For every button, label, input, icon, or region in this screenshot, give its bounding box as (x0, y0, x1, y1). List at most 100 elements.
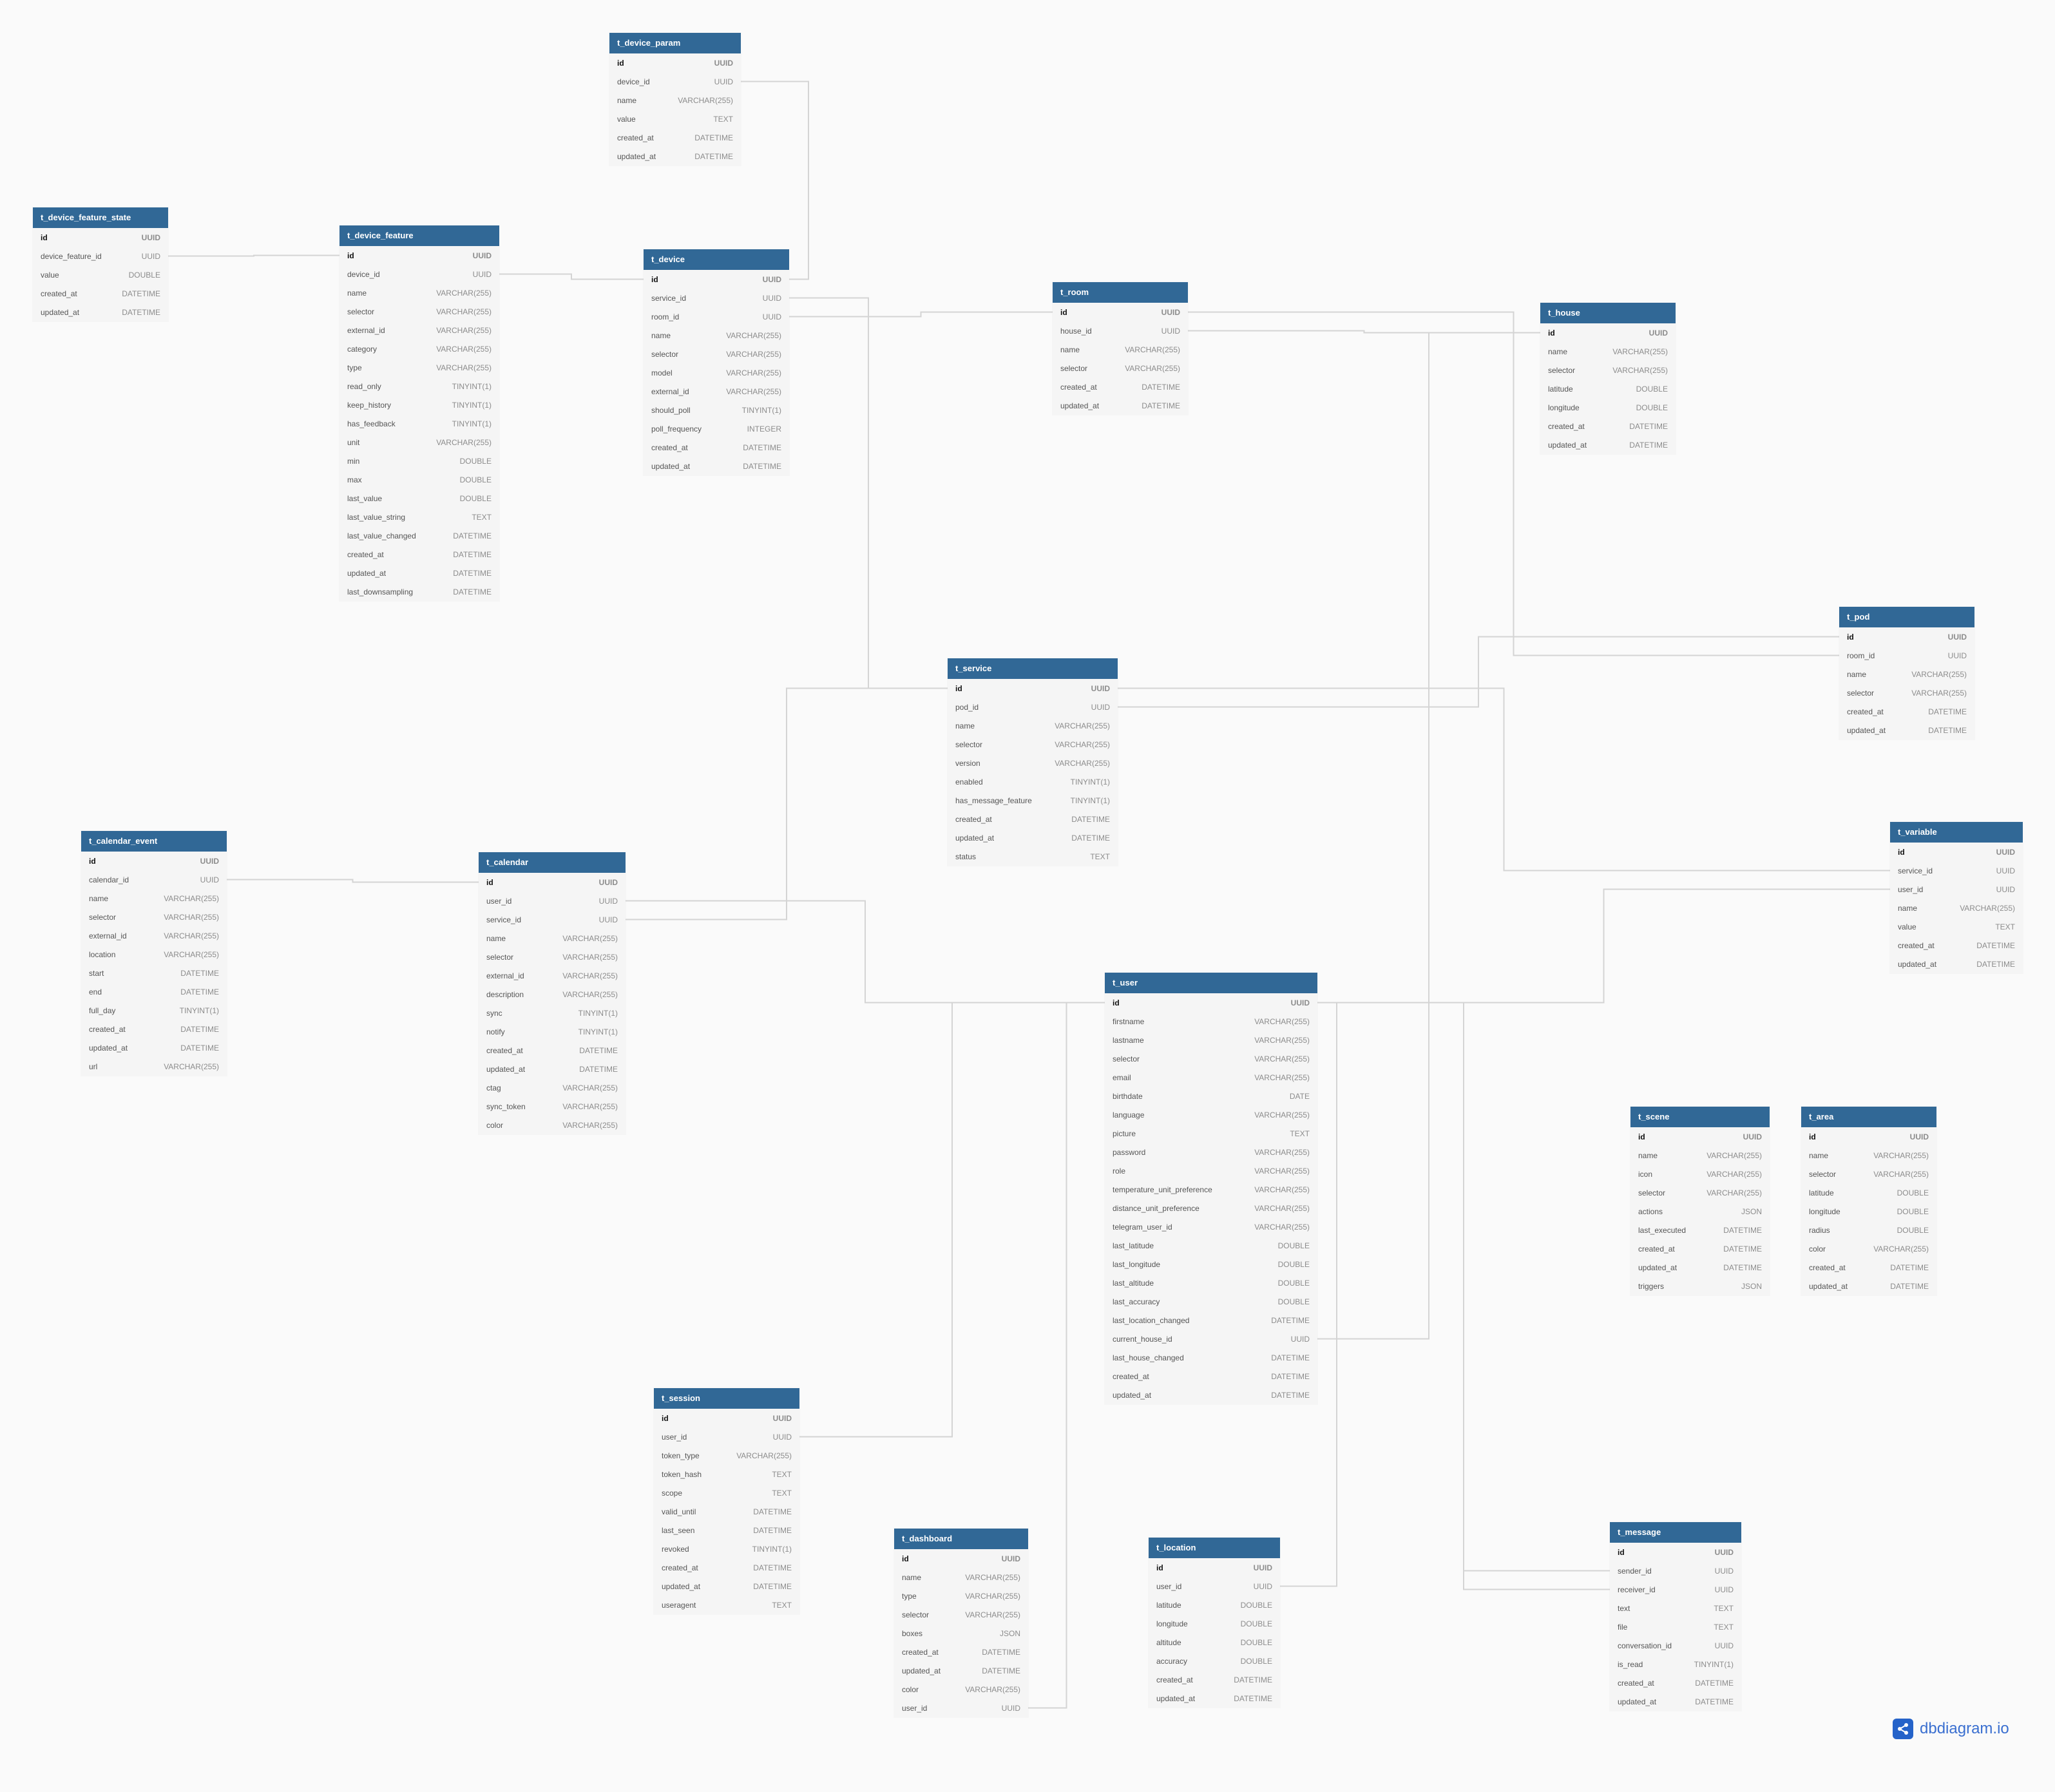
field-row[interactable]: id UUID (1801, 1127, 1936, 1146)
field-row[interactable]: last_accuracy DOUBLE (1105, 1292, 1317, 1311)
table-t-area[interactable]: t_area id UUID name VARCHAR(255) selector VARC… (1801, 1107, 1936, 1295)
field-row[interactable]: id UUID (81, 852, 227, 870)
field-row[interactable]: color VARCHAR(255) (894, 1680, 1028, 1699)
field-row[interactable]: user_id UUID (894, 1699, 1028, 1717)
field-row[interactable]: boxes JSON (894, 1624, 1028, 1643)
field-row[interactable]: firstname VARCHAR(255) (1105, 1012, 1317, 1031)
field-row[interactable]: updated_at DATETIME (1839, 721, 1974, 739)
field-row[interactable]: user_id UUID (479, 891, 626, 910)
field-row[interactable]: pod_id UUID (948, 698, 1118, 716)
relation-line[interactable] (799, 1002, 1105, 1438)
field-row[interactable]: start DATETIME (81, 964, 227, 982)
table-header[interactable]: t_device (644, 249, 789, 270)
field-row[interactable]: name VARCHAR(255) (1053, 340, 1188, 359)
field-row[interactable]: name VARCHAR(255) (894, 1568, 1028, 1587)
field-row[interactable]: created_at DATETIME (644, 438, 789, 457)
field-row[interactable]: name VARCHAR(255) (609, 91, 741, 110)
field-row[interactable]: type VARCHAR(255) (339, 358, 499, 377)
field-row[interactable]: latitude DOUBLE (1540, 379, 1676, 398)
field-row[interactable]: unit VARCHAR(255) (339, 433, 499, 452)
field-row[interactable]: id UUID (33, 228, 168, 247)
table-t-location[interactable]: t_location id UUID user_id UUID latitude DOUBL… (1149, 1538, 1280, 1708)
field-row[interactable]: last_value_string TEXT (339, 508, 499, 526)
field-row[interactable]: created_at DATETIME (1630, 1239, 1770, 1258)
field-row[interactable]: radius DOUBLE (1801, 1221, 1936, 1239)
field-row[interactable]: name VARCHAR(255) (339, 283, 499, 302)
table-t-pod[interactable]: t_pod id UUID room_id UUID name VARCHAR(255) se… (1839, 607, 1974, 739)
table-header[interactable]: t_room (1053, 282, 1188, 303)
table-t-variable[interactable]: t_variable id UUID service_id UUID user_id UUI… (1890, 822, 2023, 973)
field-row[interactable]: created_at DATETIME (1801, 1258, 1936, 1277)
table-header[interactable]: t_user (1105, 973, 1317, 993)
table-header[interactable]: t_variable (1890, 822, 2023, 843)
table-t-message[interactable]: t_message id UUID sender_id UUID receiver_id U… (1610, 1522, 1741, 1711)
field-row[interactable]: id UUID (644, 270, 789, 289)
field-row[interactable]: model VARCHAR(255) (644, 363, 789, 382)
field-row[interactable]: last_altitude DOUBLE (1105, 1273, 1317, 1292)
brand-watermark[interactable]: dbdiagram.io (1893, 1719, 2009, 1739)
field-row[interactable]: name VARCHAR(255) (1839, 665, 1974, 683)
field-row[interactable]: created_at DATETIME (1839, 702, 1974, 721)
field-row[interactable]: external_id VARCHAR(255) (644, 382, 789, 401)
field-row[interactable]: read_only TINYINT(1) (339, 377, 499, 396)
field-row[interactable]: created_at DATETIME (1105, 1367, 1317, 1386)
field-row[interactable]: longitude DOUBLE (1149, 1614, 1280, 1633)
field-row[interactable]: last_latitude DOUBLE (1105, 1236, 1317, 1255)
field-row[interactable]: name VARCHAR(255) (948, 716, 1118, 735)
table-t-scene[interactable]: t_scene id UUID name VARCHAR(255) icon VARCHAR… (1630, 1107, 1770, 1295)
field-row[interactable]: updated_at DATETIME (948, 828, 1118, 847)
field-row[interactable]: last_location_changed DATETIME (1105, 1311, 1317, 1330)
field-row[interactable]: updated_at DATETIME (33, 303, 168, 321)
field-row[interactable]: created_at DATETIME (894, 1643, 1028, 1661)
field-row[interactable]: name VARCHAR(255) (1630, 1146, 1770, 1165)
field-row[interactable]: created_at DATETIME (479, 1041, 626, 1060)
field-row[interactable]: updated_at DATETIME (1053, 396, 1188, 415)
field-row[interactable]: device_id UUID (339, 265, 499, 283)
field-row[interactable]: value TEXT (609, 110, 741, 128)
table-header[interactable]: t_calendar (479, 852, 626, 873)
field-row[interactable]: value DOUBLE (33, 265, 168, 284)
table-t-user[interactable]: t_user id UUID firstname VARCHAR(255) lastnam… (1105, 973, 1317, 1404)
field-row[interactable]: id UUID (654, 1409, 799, 1427)
field-row[interactable]: role VARCHAR(255) (1105, 1161, 1317, 1180)
relation-line[interactable] (1028, 1002, 1105, 1709)
field-row[interactable]: name VARCHAR(255) (1890, 899, 2023, 917)
field-row[interactable]: id UUID (1610, 1543, 1741, 1561)
field-row[interactable]: created_at DATETIME (1540, 417, 1676, 435)
field-row[interactable]: color VARCHAR(255) (479, 1116, 626, 1134)
field-row[interactable]: enabled TINYINT(1) (948, 772, 1118, 791)
field-row[interactable]: id UUID (948, 679, 1118, 698)
field-row[interactable]: ctag VARCHAR(255) (479, 1078, 626, 1097)
field-row[interactable]: selector VARCHAR(255) (1053, 359, 1188, 377)
field-row[interactable]: picture TEXT (1105, 1124, 1317, 1143)
field-row[interactable]: has_feedback TINYINT(1) (339, 414, 499, 433)
field-row[interactable]: id UUID (1053, 303, 1188, 321)
field-row[interactable]: created_at DATETIME (609, 128, 741, 147)
field-row[interactable]: updated_at DATETIME (339, 564, 499, 582)
table-header[interactable]: t_location (1149, 1538, 1280, 1558)
relation-line[interactable] (499, 273, 644, 280)
table-t-device[interactable]: t_device id UUID service_id UUID room_id UUID n… (644, 249, 789, 475)
field-row[interactable]: updated_at DATETIME (1890, 955, 2023, 973)
field-row[interactable]: external_id VARCHAR(255) (479, 966, 626, 985)
field-row[interactable]: updated_at DATETIME (1105, 1386, 1317, 1404)
field-row[interactable]: sender_id UUID (1610, 1561, 1741, 1580)
field-row[interactable]: location VARCHAR(255) (81, 945, 227, 964)
field-row[interactable]: id UUID (609, 53, 741, 72)
table-header[interactable]: t_device_feature (339, 225, 499, 246)
field-row[interactable]: id UUID (479, 873, 626, 891)
field-row[interactable]: service_id UUID (1890, 861, 2023, 880)
field-row[interactable]: updated_at DATETIME (654, 1577, 799, 1596)
field-row[interactable]: updated_at DATETIME (1801, 1277, 1936, 1295)
field-row[interactable]: device_feature_id UUID (33, 247, 168, 265)
field-row[interactable]: actions JSON (1630, 1202, 1770, 1221)
table-header[interactable]: t_house (1540, 303, 1676, 323)
field-row[interactable]: accuracy DOUBLE (1149, 1652, 1280, 1670)
field-row[interactable]: file TEXT (1610, 1617, 1741, 1636)
field-row[interactable]: selector VARCHAR(255) (1540, 361, 1676, 379)
field-row[interactable]: max DOUBLE (339, 470, 499, 489)
table-header[interactable]: t_area (1801, 1107, 1936, 1127)
relation-line[interactable] (626, 687, 948, 920)
field-row[interactable]: created_at DATETIME (1149, 1670, 1280, 1689)
field-row[interactable]: house_id UUID (1053, 321, 1188, 340)
